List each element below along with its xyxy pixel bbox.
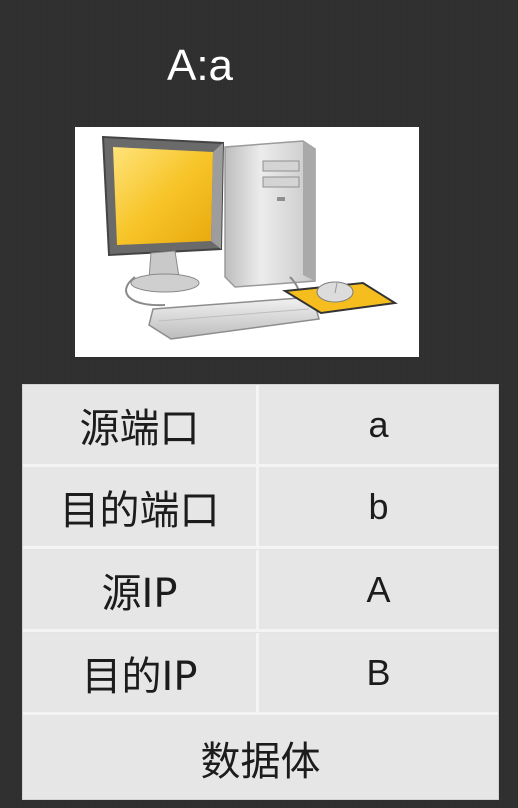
dest-ip-value: B bbox=[366, 651, 391, 693]
host-title: A:a bbox=[166, 41, 234, 90]
packet-table: 源端口 a 目的端口 b 源IP A 目的IP B 数据体 bbox=[22, 384, 499, 800]
dest-ip-label: 目的IP bbox=[23, 633, 259, 712]
packet-row-source-port: 源端口 a bbox=[23, 385, 498, 467]
packet-body-label: 数据体 bbox=[200, 738, 321, 785]
desktop-computer-icon bbox=[101, 135, 398, 340]
source-port-value: a bbox=[368, 403, 389, 445]
source-ip-label: 源IP bbox=[23, 550, 259, 629]
packet-row-source-ip: 源IP A bbox=[23, 550, 498, 632]
dest-port-label: 目的端口 bbox=[23, 467, 259, 546]
packet-row-dest-port: 目的端口 b bbox=[23, 467, 498, 549]
source-port-label: 源端口 bbox=[23, 385, 259, 464]
packet-row-body: 数据体 bbox=[23, 716, 498, 799]
diagram-canvas: A:a 源端口 a 目的端口 b 源IP A 目的IP B 数据体 bbox=[0, 0, 518, 808]
source-ip-value: A bbox=[366, 568, 391, 610]
packet-row-dest-ip: 目的IP B bbox=[23, 633, 498, 715]
dest-port-value: b bbox=[368, 485, 389, 527]
computer-illustration bbox=[75, 127, 419, 357]
